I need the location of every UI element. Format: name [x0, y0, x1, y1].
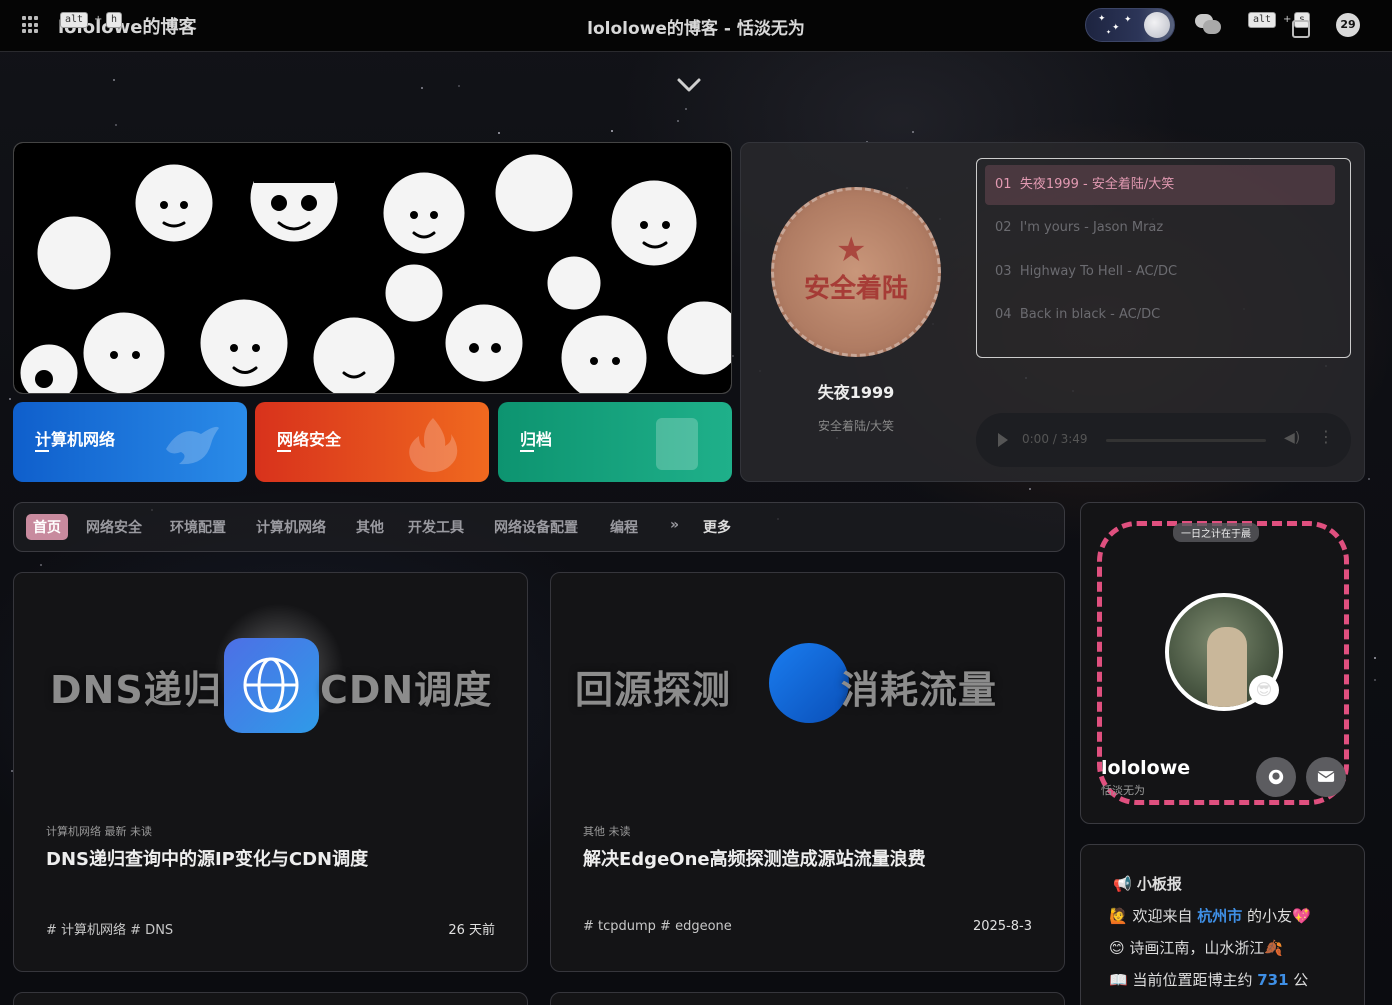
audio-controls: 0:00 / 3:49 ◀) ⋮ — [976, 413, 1351, 467]
album-cover-text: 安全着陆 — [803, 274, 908, 304]
playlist-item[interactable]: 02 I'm yours - Jason Mraz — [985, 208, 1335, 248]
category-label: 归档 — [520, 430, 553, 449]
post-cover-text-left: DNS递归 — [50, 668, 222, 712]
shortcut-key-alt-2: alt — [1248, 12, 1277, 28]
nav-item-network[interactable]: 计算机网络 — [256, 517, 326, 537]
star-dot — [912, 131, 914, 133]
star-dot — [421, 87, 423, 89]
double-chevron-icon[interactable]: » — [670, 517, 679, 533]
theme-toggle[interactable]: ✦ ✦ ✦ ✦ — [1085, 8, 1175, 42]
crowd-illustration — [14, 143, 731, 393]
hero-banner-image[interactable] — [13, 142, 732, 394]
github-icon[interactable] — [1256, 757, 1296, 797]
nav-item-home[interactable]: 首页 — [26, 514, 68, 540]
category-label: 网络安全 — [277, 430, 342, 449]
post-meta: 其他 未读 — [583, 825, 631, 838]
album-cover[interactable]: ★ 安全着陆 — [771, 187, 941, 357]
profile-card: 一日之计在于晨 😎 lololowe 恬淡无为 — [1080, 502, 1365, 824]
profile-motto: 一日之计在于晨 — [1173, 523, 1259, 542]
book-icon — [656, 418, 698, 470]
star-dot — [1374, 657, 1376, 659]
category-label: 计算机网络 — [35, 430, 116, 449]
notice-distance: 📖 当前位置距博主约 731 公 — [1109, 971, 1309, 989]
notice-welcome: 🙋 欢迎来自 杭州市 的小友💖 — [1109, 907, 1311, 925]
post-tags[interactable]: # 计算机网络 # DNS — [46, 919, 173, 938]
post-card[interactable]: DNS递归 CDN调度 计算机网络 最新 未读 DNS递归查询中的源IP变化与C… — [13, 572, 528, 972]
star-dot — [40, 564, 42, 566]
post-cover-text-left: 回源探测 — [575, 668, 732, 712]
play-icon[interactable] — [998, 433, 1008, 447]
post-title[interactable]: 解决EdgeOne高频探测造成源站流量浪费 — [583, 845, 926, 871]
star-dot — [732, 355, 734, 357]
nav-item-dev-tools[interactable]: 开发工具 — [408, 517, 464, 537]
profile-subtitle: 恬淡无为 — [1101, 784, 1145, 797]
star-dot — [9, 398, 11, 400]
status-emoji: 😎 — [1249, 675, 1279, 705]
category-nav-bar: 首页 网络安全 环境配置 计算机网络 其他 开发工具 网络设备配置 编程 » 更… — [13, 502, 1065, 552]
bird-icon — [166, 426, 219, 465]
post-date: 2025-8-3 — [972, 919, 1032, 934]
category-card-network[interactable]: 计算机网络 — [13, 402, 247, 482]
post-meta: 计算机网络 最新 未读 — [46, 825, 152, 838]
nav-item-programming[interactable]: 编程 — [610, 517, 638, 537]
star-dot — [113, 79, 115, 81]
profile-name: lololowe — [1101, 757, 1191, 779]
notice-title: 📢 小板报 — [1113, 875, 1182, 893]
visitor-city: 杭州市 — [1197, 907, 1243, 925]
star-dot — [1029, 488, 1031, 490]
playlist-item[interactable]: 03 Highway To Hell - AC/DC — [985, 252, 1335, 292]
star-dot — [498, 132, 500, 134]
search-icon[interactable] — [1292, 20, 1310, 38]
post-tags[interactable]: # tcpdump # edgeone — [583, 919, 732, 934]
nav-item-other[interactable]: 其他 — [356, 517, 384, 537]
category-card-security[interactable]: 网络安全 — [255, 402, 489, 482]
star-icon: ★ — [836, 230, 867, 270]
post-cover-text-right: CDN调度 — [320, 668, 493, 712]
star-dot — [115, 124, 117, 126]
star-dot — [458, 85, 460, 87]
nav-item-device-config[interactable]: 网络设备配置 — [494, 517, 578, 537]
star-dot — [611, 130, 613, 132]
category-card-archive[interactable]: 归档 — [498, 402, 732, 482]
star-dot — [685, 108, 687, 110]
more-options-icon[interactable]: ⋮ — [1318, 427, 1334, 446]
moon-icon — [1144, 12, 1170, 38]
star-dot — [1374, 679, 1376, 681]
fire-icon — [409, 418, 458, 472]
nav-item-security[interactable]: 网络安全 — [86, 517, 142, 537]
nav-item-more[interactable]: 更多 — [703, 517, 731, 537]
post-card[interactable] — [550, 992, 1065, 1005]
post-card[interactable] — [13, 992, 528, 1005]
star-dot — [1368, 478, 1370, 480]
chat-icon[interactable] — [1195, 14, 1221, 36]
audio-progress-bar[interactable] — [1106, 439, 1266, 442]
notification-badge[interactable]: 29 — [1336, 13, 1360, 37]
playlist-item[interactable]: 01 失夜1999 - 安全着陆/大笑 — [985, 165, 1335, 205]
music-player-panel: ★ 安全着陆 失夜1999 安全着陆/大笑 01 失夜1999 - 安全着陆/大… — [740, 142, 1365, 482]
nav-item-env-config[interactable]: 环境配置 — [170, 517, 226, 537]
edgeone-logo — [769, 643, 849, 723]
star-dot — [677, 120, 679, 122]
playlist-item[interactable]: 04 Back in black - AC/DC — [985, 295, 1335, 335]
chevron-down-icon[interactable] — [676, 74, 702, 96]
notice-board: 📢 小板报 🙋 欢迎来自 杭州市 的小友💖 😊 诗画江南，山水浙江🍂 📖 当前位… — [1080, 844, 1365, 1005]
now-playing-title: 失夜1999 — [817, 383, 895, 402]
page-title: lololowe的博客 - 恬淡无为 — [587, 19, 805, 39]
shortcut-plus-2: + — [1283, 14, 1292, 25]
post-card[interactable]: 回源探测 消耗流量 其他 未读 解决EdgeOne高频探测造成源站流量浪费 # … — [550, 572, 1065, 972]
notice-line: 😊 诗画江南，山水浙江🍂 — [1109, 939, 1284, 957]
top-bar: lololowe的博客 alt + h lololowe的博客 - 恬淡无为 ✦… — [0, 0, 1392, 52]
mail-icon[interactable] — [1306, 757, 1346, 797]
volume-icon[interactable]: ◀) — [1284, 430, 1300, 446]
audio-time: 0:00 / 3:49 — [1022, 432, 1088, 446]
post-cover-text-right: 消耗流量 — [841, 668, 998, 712]
post-title[interactable]: DNS递归查询中的源IP变化与CDN调度 — [46, 845, 368, 871]
post-date: 26 天前 — [448, 923, 495, 938]
playlist: 01 失夜1999 - 安全着陆/大笑 02 I'm yours - Jason… — [976, 158, 1351, 358]
now-playing-artist: 安全着陆/大笑 — [817, 419, 895, 433]
distance-value: 731 — [1257, 971, 1289, 989]
globe-app-icon — [224, 638, 319, 733]
